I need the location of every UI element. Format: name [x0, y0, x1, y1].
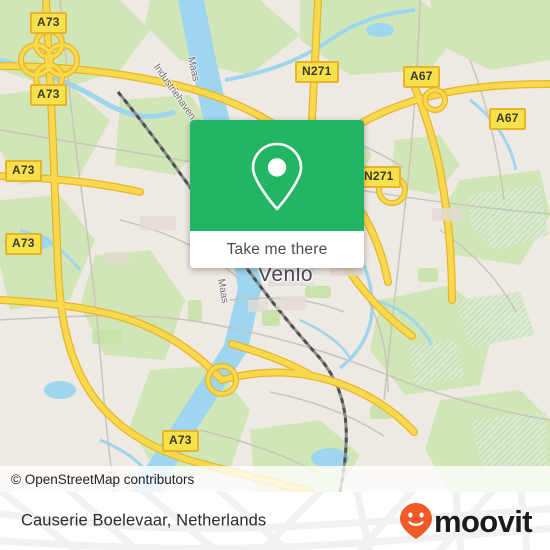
map-pin-icon — [251, 142, 303, 210]
moovit-logo[interactable]: moovit — [399, 503, 533, 539]
map-canvas[interactable]: A73 A73 A73 A73 A73 N271 N271 A67 A67 In… — [0, 0, 550, 492]
osm-attribution-text[interactable]: © OpenStreetMap contributors — [0, 472, 194, 487]
take-me-there-button[interactable]: Take me there — [190, 231, 364, 268]
road-shield-n271-1: N271 — [295, 61, 339, 83]
place-title: Causerie Boelevaar, Netherlands — [21, 511, 267, 530]
map-attribution-bar: © OpenStreetMap contributors — [0, 466, 550, 492]
road-shield-a73-4: A73 — [5, 233, 42, 255]
road-shield-a67-2: A67 — [489, 108, 526, 130]
card-icon-area — [190, 120, 364, 231]
road-shield-a73-3: A73 — [5, 160, 42, 182]
destination-card[interactable]: Take me there — [190, 120, 364, 268]
road-shield-a73-5: A73 — [162, 430, 199, 452]
moovit-wordmark: moovit — [433, 503, 533, 539]
footer-bar: Causerie Boelevaar, Netherlands moovit — [0, 492, 550, 550]
moovit-place-card-screenshot: A73 A73 A73 A73 A73 N271 N271 A67 A67 In… — [0, 0, 550, 550]
road-shield-a73-2: A73 — [30, 84, 67, 106]
road-shield-a67-1: A67 — [403, 66, 440, 88]
moovit-pin-smiley-icon — [399, 503, 432, 539]
road-shield-a73-1: A73 — [30, 12, 67, 34]
